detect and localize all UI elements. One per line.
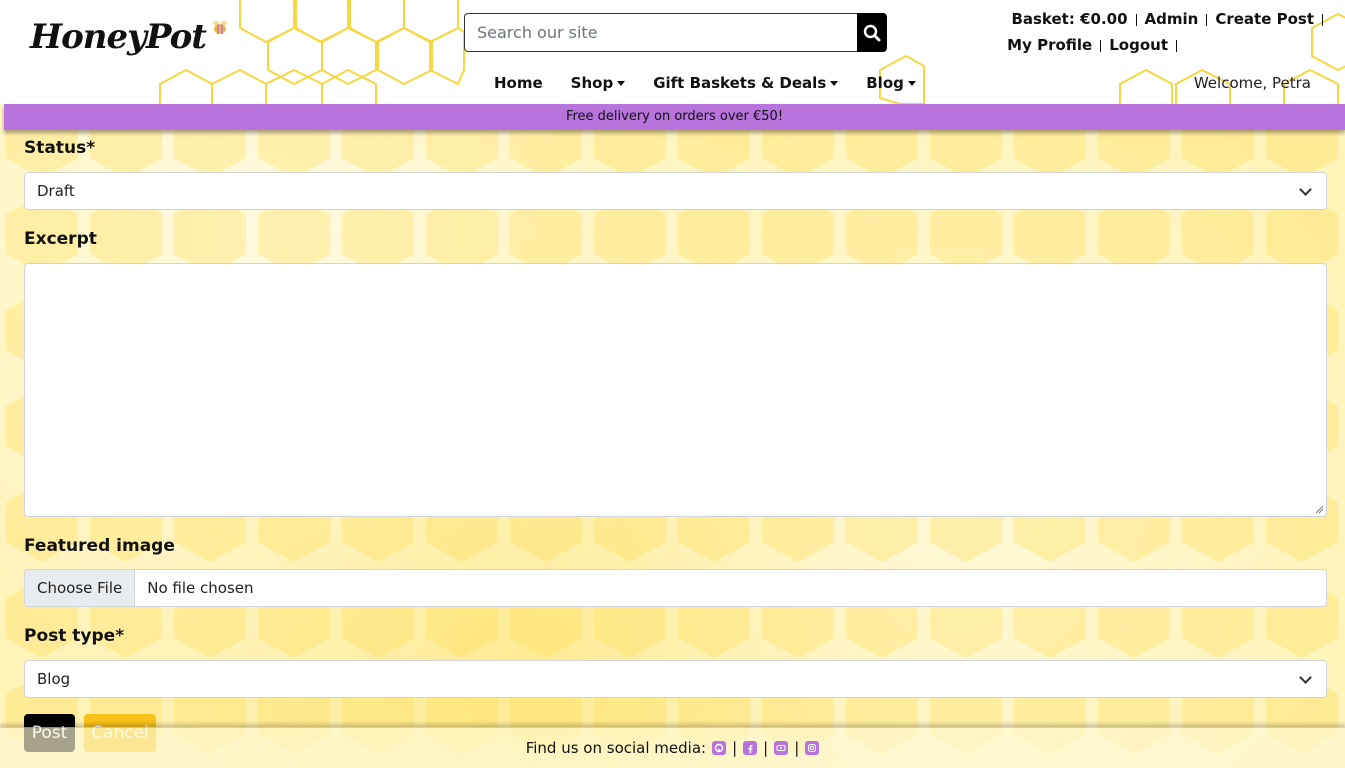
my-profile-link[interactable]: My Profile (999, 38, 1102, 53)
logout-link[interactable]: Logout (1101, 38, 1177, 53)
separator: | (794, 739, 800, 757)
separator: | (732, 739, 738, 757)
admin-link[interactable]: Admin (1137, 12, 1208, 27)
caret-down-icon (907, 80, 916, 86)
instagram-icon[interactable] (805, 741, 820, 755)
chevron-down-icon (1299, 182, 1312, 196)
site-footer: Find us on social media: | | | (0, 727, 1345, 768)
account-links: Basket: €0.00 Admin Create Post My Profi… (903, 10, 1323, 56)
main-nav: Home Shop Gift Baskets & Deals Blog (480, 74, 930, 92)
basket-link[interactable]: Basket: €0.00 (1003, 12, 1137, 27)
welcome-message: Welcome, Petra (1193, 74, 1311, 92)
chevron-down-icon (1299, 670, 1312, 684)
separator: | (763, 739, 769, 757)
search-form (464, 13, 887, 52)
post-type-value: Blog (37, 670, 71, 688)
github-icon[interactable] (712, 741, 727, 755)
footer-text: Find us on social media: (525, 739, 707, 757)
file-name: No file chosen (147, 579, 254, 597)
bee-icon (210, 19, 230, 41)
caret-down-icon (830, 80, 839, 86)
facebook-icon[interactable] (743, 741, 758, 755)
status-value: Draft (37, 182, 75, 200)
youtube-icon[interactable] (774, 741, 789, 755)
status-select[interactable]: Draft (24, 172, 1327, 210)
nav-gift-baskets[interactable]: Gift Baskets & Deals (639, 74, 852, 92)
promo-banner: Free delivery on orders over €50! (4, 104, 1345, 130)
nav-blog[interactable]: Blog (852, 74, 930, 92)
caret-down-icon (617, 80, 626, 86)
create-post-link[interactable]: Create Post (1207, 12, 1323, 27)
status-label: Status* (24, 138, 96, 158)
post-type-label: Post type* (24, 626, 125, 646)
nav-shop[interactable]: Shop (557, 74, 640, 92)
choose-file-button[interactable]: Choose File (25, 570, 136, 606)
post-type-select[interactable]: Blog (24, 660, 1327, 698)
resize-handle-icon[interactable] (1314, 504, 1324, 514)
search-button[interactable] (857, 13, 887, 52)
excerpt-textarea[interactable] (24, 263, 1327, 517)
nav-home[interactable]: Home (480, 74, 557, 92)
featured-image-input[interactable]: Choose File No file chosen (24, 569, 1327, 607)
excerpt-label: Excerpt (24, 229, 97, 249)
logo-text: HoneyPot (30, 17, 207, 57)
featured-image-label: Featured image (24, 536, 175, 556)
search-icon (863, 24, 881, 41)
site-header: HoneyPot Basket: €0.00 Admin Create Post… (0, 0, 1345, 104)
site-logo[interactable]: HoneyPot (30, 8, 227, 66)
search-input[interactable] (464, 13, 857, 52)
